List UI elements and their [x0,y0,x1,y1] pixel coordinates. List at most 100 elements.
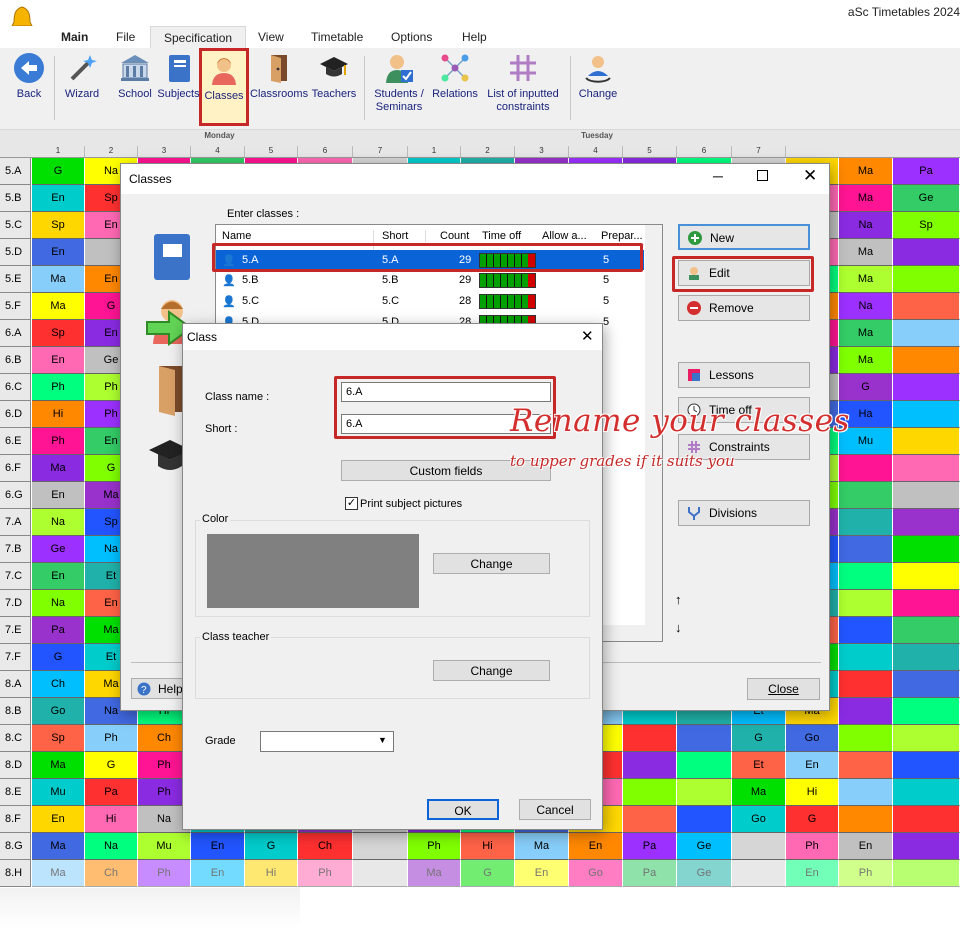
class-row-label[interactable]: 8.B [0,698,31,725]
students-seminars-button[interactable]: Students / Seminars [370,52,428,114]
lesson-card[interactable] [353,833,408,860]
lesson-card[interactable]: Na [85,833,138,860]
lesson-card[interactable]: Ph [298,860,353,887]
lesson-card[interactable]: Hi [786,779,839,806]
lesson-card[interactable]: Go [32,698,85,725]
lesson-card[interactable] [353,860,408,887]
maximize-button[interactable] [757,170,768,181]
lesson-card[interactable]: Ma [32,266,85,293]
lesson-card[interactable]: Ph [408,833,461,860]
lesson-card[interactable] [893,455,960,482]
lesson-card[interactable]: G [461,860,515,887]
lesson-card[interactable]: Sp [893,212,960,239]
lesson-card[interactable]: Ma [839,320,893,347]
lesson-card[interactable] [839,671,893,698]
lesson-card[interactable]: Sp [32,725,85,752]
lesson-card[interactable] [893,320,960,347]
lesson-card[interactable]: Na [32,590,85,617]
lesson-card[interactable]: En [569,833,623,860]
lesson-card[interactable] [893,860,960,887]
col-time-off[interactable]: Time off [482,230,521,242]
lesson-card[interactable]: Sp [32,212,85,239]
lesson-card[interactable] [893,752,960,779]
class-row-label[interactable]: 6.C [0,374,31,401]
class-row-label[interactable]: 7.E [0,617,31,644]
grade-select[interactable] [260,731,394,752]
lesson-card[interactable] [839,644,893,671]
lesson-card[interactable]: Et [732,752,786,779]
lesson-card[interactable] [839,455,893,482]
lesson-card[interactable] [893,563,960,590]
lesson-card[interactable]: Go [569,860,623,887]
lesson-card[interactable]: Pa [32,617,85,644]
change-teacher-button[interactable]: Change [433,660,550,681]
lesson-card[interactable] [893,590,960,617]
remove-button[interactable]: Remove [678,295,810,321]
lesson-card[interactable]: G [85,752,138,779]
classes-button[interactable]: Classes [199,48,249,126]
lesson-card[interactable] [893,293,960,320]
lesson-card[interactable]: Ma [839,185,893,212]
lesson-card[interactable]: Ma [32,455,85,482]
lesson-card[interactable] [893,617,960,644]
lesson-card[interactable] [839,779,893,806]
lesson-card[interactable]: En [191,860,245,887]
lesson-card[interactable]: Pa [623,833,677,860]
lesson-card[interactable]: Hi [245,860,298,887]
lesson-card[interactable]: Ph [138,860,191,887]
teachers-button[interactable]: Teachers [310,52,358,101]
back-button[interactable]: Back [10,52,48,101]
lesson-card[interactable]: G [32,644,85,671]
lesson-card[interactable]: Ge [893,185,960,212]
menu-options[interactable]: Options [391,30,432,44]
lesson-card[interactable]: Ma [32,752,85,779]
lesson-card[interactable]: Ma [732,779,786,806]
lesson-card[interactable]: Ph [85,725,138,752]
move-down-icon[interactable]: ↓ [675,620,682,635]
lesson-card[interactable] [839,617,893,644]
lesson-card[interactable] [839,509,893,536]
new-button[interactable]: New [678,224,810,250]
lesson-card[interactable]: En [191,833,245,860]
lesson-card[interactable] [893,347,960,374]
lesson-card[interactable]: Hi [32,401,85,428]
class-row-label[interactable]: 8.H [0,860,31,887]
class-row-label[interactable]: 7.B [0,536,31,563]
menu-timetable[interactable]: Timetable [311,30,363,44]
lesson-card[interactable]: En [32,347,85,374]
lesson-card[interactable] [893,509,960,536]
lesson-card[interactable]: Ch [298,833,353,860]
change-button[interactable]: Change [577,52,619,101]
lesson-card[interactable] [893,374,960,401]
lesson-card[interactable] [893,428,960,455]
lesson-card[interactable] [893,482,960,509]
menu-file[interactable]: File [116,30,135,44]
lesson-card[interactable]: Hi [85,806,138,833]
menu-help[interactable]: Help [462,30,487,44]
class-row-label[interactable]: 5.E [0,266,31,293]
class-row-label[interactable]: 6.B [0,347,31,374]
lesson-card[interactable]: Na [839,212,893,239]
lesson-card[interactable]: Pa [623,860,677,887]
lesson-card[interactable] [623,806,677,833]
lesson-card[interactable]: En [786,860,839,887]
lesson-card[interactable]: G [32,158,85,185]
cancel-button[interactable]: Cancel [519,799,591,820]
close-button[interactable]: Close [747,678,820,700]
lesson-card[interactable] [839,725,893,752]
lesson-card[interactable]: Ma [32,860,85,887]
class-row-label[interactable]: 6.E [0,428,31,455]
lesson-card[interactable]: Sp [32,320,85,347]
wizard-button[interactable]: Wizard [62,52,102,101]
lesson-card[interactable]: En [786,752,839,779]
lesson-card[interactable] [839,563,893,590]
lesson-card[interactable] [893,779,960,806]
lesson-card[interactable] [732,860,786,887]
table-row[interactable]: 👤 5.C 5.C 28 5 [216,291,644,311]
lesson-card[interactable] [893,401,960,428]
class-row-label[interactable]: 5.A [0,158,31,185]
lesson-card[interactable]: En [32,806,85,833]
divisions-button[interactable]: Divisions [678,500,810,526]
close-x-button[interactable]: ✕ [803,166,817,186]
ok-button[interactable]: OK [427,799,499,820]
